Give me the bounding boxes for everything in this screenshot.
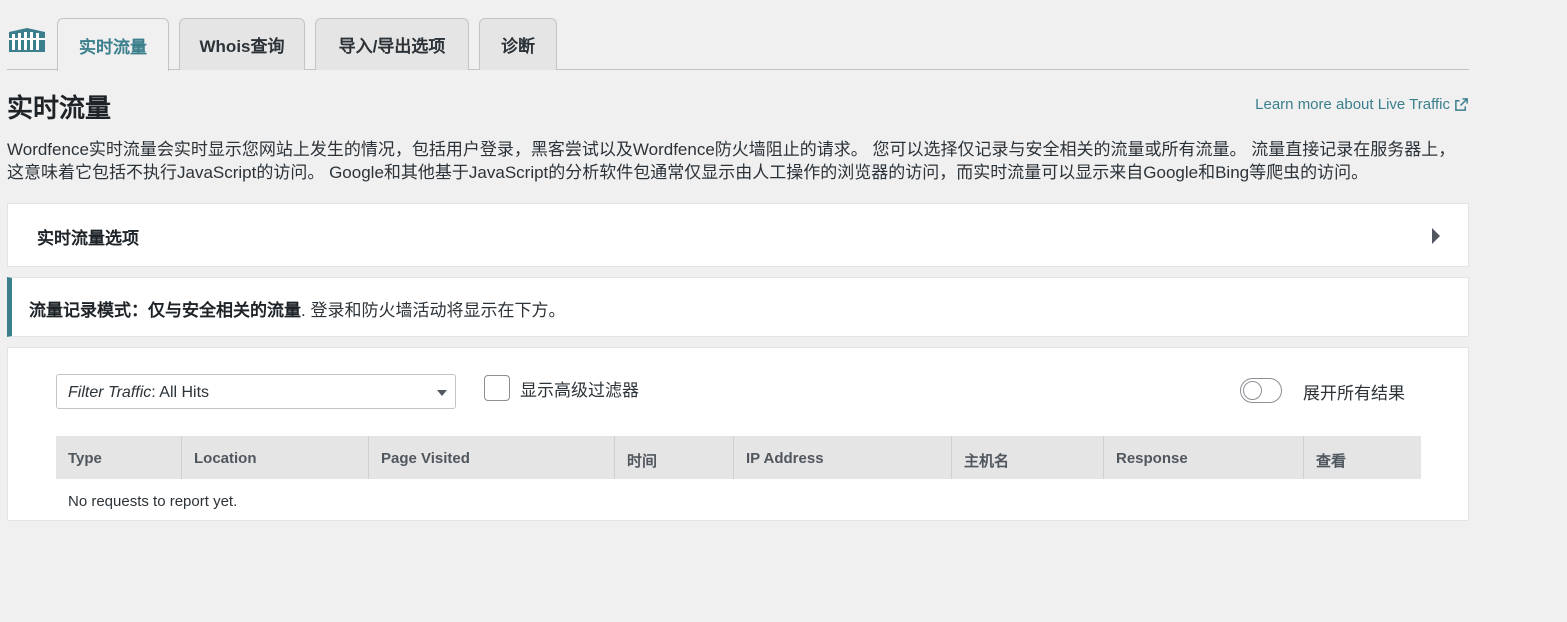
expand-results-toggle[interactable]	[1240, 378, 1282, 403]
filter-select-value: : All Hits	[151, 384, 210, 401]
traffic-results-panel: Filter Traffic: All Hits 显示高级过滤器 展开所有结果 …	[7, 347, 1469, 521]
traffic-mode-value: 仅与安全相关的流量	[148, 301, 301, 320]
column-header-hostname[interactable]: 主机名	[952, 436, 1104, 479]
column-header-ip-address[interactable]: IP Address	[734, 436, 952, 479]
traffic-mode-notice: 流量记录模式：仅与安全相关的流量. 登录和防火墙活动将显示在下方。	[7, 277, 1469, 337]
options-panel-title: 实时流量选项	[37, 229, 139, 248]
page-description: Wordfence实时流量会实时显示您网站上发生的情况，包括用户登录，黑客尝试以…	[7, 140, 1456, 182]
column-header-type[interactable]: Type	[56, 436, 182, 479]
advanced-filters-label[interactable]: 显示高级过滤器	[520, 376, 639, 401]
column-header-view[interactable]: 查看	[1304, 436, 1421, 479]
traffic-mode-label: 流量记录模式：	[29, 301, 148, 320]
expand-results-label: 展开所有结果	[1303, 384, 1405, 403]
advanced-filters-checkbox[interactable]	[484, 375, 510, 401]
empty-table-message: No requests to report yet.	[68, 493, 238, 510]
tab-bar: 实时流量 Whois查询 导入/导出选项 诊断	[7, 18, 1469, 71]
tab-import-export[interactable]: 导入/导出选项	[315, 18, 469, 70]
traffic-table-header: Type Location Page Visited 时间 IP Address…	[56, 436, 1421, 479]
traffic-mode-text: 流量记录模式：仅与安全相关的流量. 登录和防火墙活动将显示在下方。	[29, 296, 565, 321]
live-traffic-options-panel[interactable]: 实时流量选项	[7, 203, 1469, 267]
column-header-page-visited[interactable]: Page Visited	[369, 436, 615, 479]
toggle-knob	[1243, 381, 1262, 400]
caret-right-icon[interactable]	[1432, 228, 1440, 244]
tab-diagnostics[interactable]: 诊断	[479, 18, 557, 70]
column-header-response[interactable]: Response	[1104, 436, 1304, 479]
column-header-time[interactable]: 时间	[615, 436, 734, 479]
column-header-location[interactable]: Location	[182, 436, 369, 479]
tab-live-traffic[interactable]: 实时流量	[57, 18, 169, 71]
learn-more-link[interactable]: Learn more about Live Traffic	[1255, 96, 1469, 113]
tab-whois[interactable]: Whois查询	[179, 18, 305, 70]
filter-traffic-select[interactable]: Filter Traffic: All Hits	[56, 374, 456, 409]
learn-more-label: Learn more about Live Traffic	[1255, 96, 1450, 113]
wordfence-logo-icon	[7, 24, 47, 56]
filter-select-prefix: Filter Traffic	[68, 384, 152, 401]
chevron-down-icon	[437, 390, 447, 396]
external-link-icon	[1455, 98, 1468, 111]
page-title: 实时流量	[7, 93, 112, 123]
traffic-mode-suffix: . 登录和防火墙活动将显示在下方。	[301, 301, 566, 320]
